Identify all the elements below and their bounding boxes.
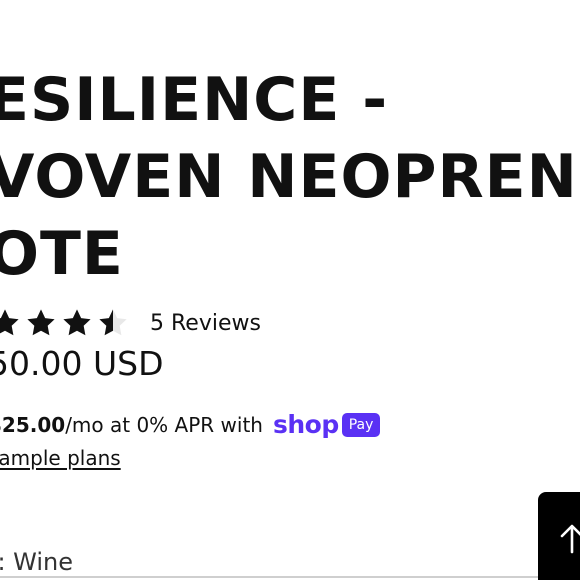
shop-pay-badge: Pay <box>341 412 381 437</box>
star-rating <box>0 307 132 339</box>
product-title: ESILIENCE - VOVEN NEOPRENE OTE <box>0 62 580 293</box>
product-title-line-3: OTE <box>0 219 124 289</box>
shop-pay-wordmark: shop <box>272 410 339 439</box>
star-icon <box>63 309 91 336</box>
rating-row: 5 Reviews <box>0 306 261 340</box>
installment-amount: $25.00 <box>0 412 66 437</box>
product-title-line-1: ESILIENCE - <box>0 65 389 135</box>
shop-pay-logo: shop Pay <box>272 410 381 439</box>
reviews-link[interactable]: 5 Reviews <box>150 311 261 336</box>
star-icon <box>27 309 55 336</box>
back-to-top-button[interactable] <box>538 492 580 580</box>
divider <box>0 576 540 578</box>
product-page: ESILIENCE - VOVEN NEOPRENE OTE 5 Reviews… <box>0 0 580 580</box>
star-icon <box>0 309 19 336</box>
color-option-label: r: Wine <box>0 548 74 576</box>
product-price: 50.00 USD <box>0 344 164 383</box>
product-title-line-2: VOVEN NEOPRENE <box>0 142 580 212</box>
arrow-up-icon <box>560 524 580 554</box>
installments-message: $25.00 /mo at 0% APR with shop Pay <box>0 410 381 439</box>
installment-terms: /mo at 0% APR with <box>65 412 263 437</box>
star-half-icon <box>99 309 127 336</box>
sample-plans-link[interactable]: sample plans <box>0 446 121 470</box>
